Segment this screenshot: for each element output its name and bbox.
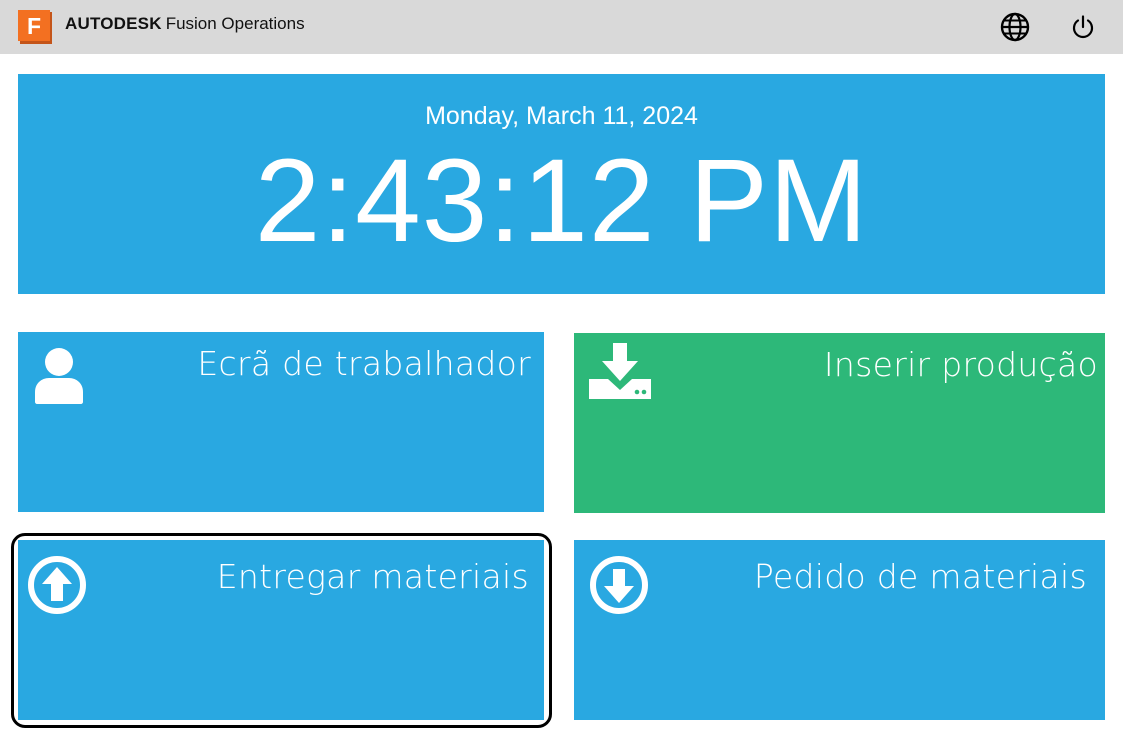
brand-autodesk: AUTODESK bbox=[65, 14, 162, 33]
download-tray-icon bbox=[589, 343, 651, 399]
tile-worker-screen[interactable]: Ecrã de trabalhador bbox=[18, 332, 544, 512]
fusion-logo-icon: F bbox=[18, 10, 52, 44]
brand-product: Fusion Operations bbox=[165, 14, 305, 33]
tile-request-materials[interactable]: Pedido de materiais bbox=[574, 540, 1105, 720]
tile-insert-production-label: Inserir produção bbox=[823, 345, 1098, 384]
svg-text:F: F bbox=[27, 13, 41, 39]
tile-request-materials-label: Pedido de materiais bbox=[753, 557, 1087, 596]
current-date: Monday, March 11, 2024 bbox=[425, 102, 698, 130]
top-bar: F AUTODESK Fusion Operations bbox=[0, 0, 1123, 54]
current-time: 2:43:12 PM bbox=[254, 135, 869, 267]
app-brand: AUTODESK Fusion Operations bbox=[65, 14, 305, 34]
power-icon bbox=[1072, 15, 1094, 39]
tile-insert-production[interactable]: Inserir produção bbox=[574, 333, 1105, 513]
tile-deliver-materials-label: Entregar materiais bbox=[216, 557, 529, 596]
user-icon bbox=[35, 348, 83, 404]
arrow-down-circle-icon bbox=[590, 556, 648, 614]
tile-deliver-materials[interactable]: Entregar materiais bbox=[18, 540, 544, 720]
tile-worker-screen-label: Ecrã de trabalhador bbox=[197, 344, 531, 383]
arrow-up-circle-icon bbox=[28, 556, 86, 614]
logout-button[interactable] bbox=[1066, 10, 1100, 44]
language-button[interactable] bbox=[998, 10, 1032, 44]
clock-panel: Monday, March 11, 2024 2:43:12 PM bbox=[18, 74, 1105, 294]
globe-icon bbox=[1000, 12, 1030, 42]
